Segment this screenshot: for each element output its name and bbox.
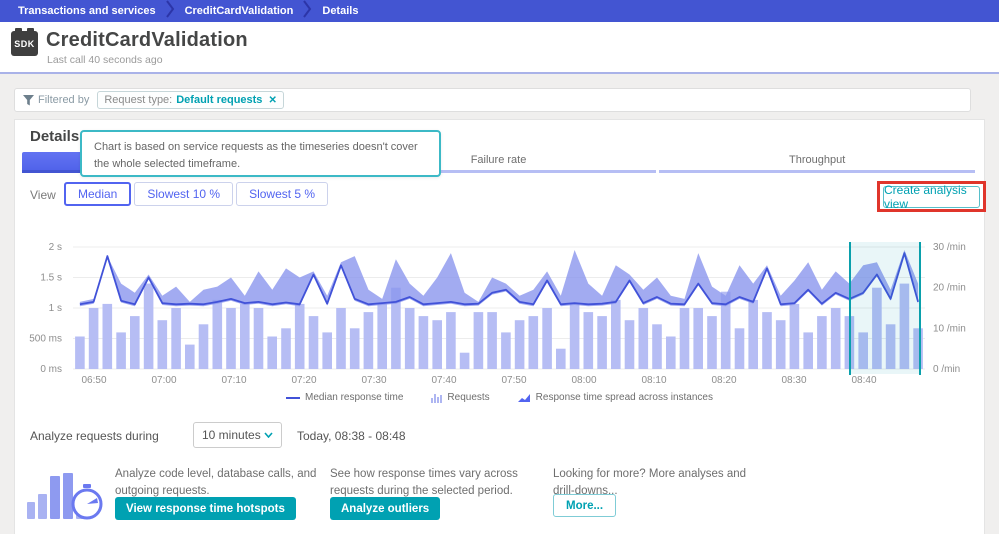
tab-throughput[interactable]: Throughput xyxy=(659,152,975,173)
breadcrumb-item-transactions[interactable]: Transactions and services xyxy=(8,5,166,17)
legend-label: Median response time xyxy=(305,392,403,403)
create-analysis-view-button[interactable]: Create analysis view xyxy=(883,186,980,208)
svg-text:07:50: 07:50 xyxy=(501,375,526,386)
view-segmented-control: Median Slowest 10 % Slowest 5 % xyxy=(64,182,331,206)
filter-funnel-icon xyxy=(23,95,34,106)
filter-bar: Filtered by Request type: Default reques… xyxy=(14,88,971,112)
chart-info-tooltip: Chart is based on service requests as th… xyxy=(80,130,441,177)
page-title: CreditCardValidation xyxy=(46,29,248,52)
filter-tag-close-icon[interactable]: ✕ xyxy=(268,95,276,106)
view-option-slowest10[interactable]: Slowest 10 % xyxy=(134,182,233,206)
analyze-outliers-button[interactable]: Analyze outliers xyxy=(330,497,440,520)
svg-text:08:40: 08:40 xyxy=(851,375,876,386)
view-option-slowest5[interactable]: Slowest 5 % xyxy=(236,182,328,206)
breadcrumb-chevron-icon xyxy=(303,0,312,25)
filter-tag-key: Request type: xyxy=(104,94,172,106)
legend-label: Response time spread across instances xyxy=(536,392,713,403)
svg-text:08:10: 08:10 xyxy=(641,375,666,386)
svg-text:0 ms: 0 ms xyxy=(40,364,62,375)
view-label: View xyxy=(30,188,56,202)
svg-text:08:30: 08:30 xyxy=(781,375,806,386)
details-section-title: Details xyxy=(30,128,79,145)
svg-text:2 s: 2 s xyxy=(49,242,62,253)
breadcrumb: Transactions and services CreditCardVali… xyxy=(0,0,999,22)
filter-label: Filtered by xyxy=(38,94,89,106)
svg-text:30 /min: 30 /min xyxy=(933,242,966,253)
svg-text:07:20: 07:20 xyxy=(291,375,316,386)
response-time-chart[interactable]: 0 ms 500 ms 1 s 1.5 s 2 s 0 /min 10 /min 20 /mi… xyxy=(0,236,999,390)
svg-text:500 ms: 500 ms xyxy=(29,334,62,345)
svg-text:1.5 s: 1.5 s xyxy=(40,273,62,284)
svg-text:10 /min: 10 /min xyxy=(933,323,966,334)
timeframe-dropdown-value: 10 minutes xyxy=(202,428,261,442)
last-call-timestamp: Last call 40 seconds ago xyxy=(47,54,163,66)
chart-legend: Median response time Requests Response t… xyxy=(0,392,999,403)
svg-text:1 s: 1 s xyxy=(49,303,62,314)
view-option-median[interactable]: Median xyxy=(64,182,131,206)
filter-tag-value: Default requests xyxy=(176,94,262,106)
svg-text:07:10: 07:10 xyxy=(221,375,246,386)
breadcrumb-chevron-icon xyxy=(166,0,175,25)
area-swatch-icon xyxy=(518,393,531,403)
hotspots-stopwatch-icon xyxy=(25,464,103,526)
legend-requests[interactable]: Requests xyxy=(431,392,489,403)
svg-text:20 /min: 20 /min xyxy=(933,283,966,294)
more-button[interactable]: More... xyxy=(553,494,616,517)
line-swatch-icon xyxy=(286,397,300,399)
breadcrumb-item-details[interactable]: Details xyxy=(312,5,368,17)
svg-text:0 /min: 0 /min xyxy=(933,364,960,375)
legend-response-time-spread[interactable]: Response time spread across instances xyxy=(518,392,713,403)
hotspots-description: Analyze code level, database calls, and … xyxy=(115,466,331,501)
sdk-service-icon: SDK xyxy=(11,31,38,56)
breadcrumb-item-service[interactable]: CreditCardValidation xyxy=(175,5,304,17)
analyze-requests-label: Analyze requests during xyxy=(30,429,159,443)
timeframe-dropdown[interactable]: 10 minutes xyxy=(193,422,282,448)
svg-text:08:20: 08:20 xyxy=(711,375,736,386)
selected-timeframe-label: Today, 08:38 - 08:48 xyxy=(297,429,406,443)
legend-label: Requests xyxy=(447,392,489,403)
svg-text:07:00: 07:00 xyxy=(151,375,176,386)
svg-text:07:40: 07:40 xyxy=(431,375,456,386)
svg-text:08:00: 08:00 xyxy=(571,375,596,386)
bars-swatch-icon xyxy=(431,393,442,403)
filter-tag-request-type[interactable]: Request type: Default requests ✕ xyxy=(97,91,283,109)
legend-median-response-time[interactable]: Median response time xyxy=(286,392,403,403)
view-response-time-hotspots-button[interactable]: View response time hotspots xyxy=(115,497,296,520)
page-header: SDK CreditCardValidation Last call 40 se… xyxy=(0,22,999,72)
svg-text:07:30: 07:30 xyxy=(361,375,386,386)
svg-text:06:50: 06:50 xyxy=(81,375,106,386)
outliers-description: See how response times vary across reque… xyxy=(330,466,542,501)
chevron-down-icon xyxy=(264,432,273,438)
header-divider xyxy=(0,72,999,74)
service-details-page: { "breadcrumb": { "items": ["Transaction… xyxy=(0,0,999,534)
